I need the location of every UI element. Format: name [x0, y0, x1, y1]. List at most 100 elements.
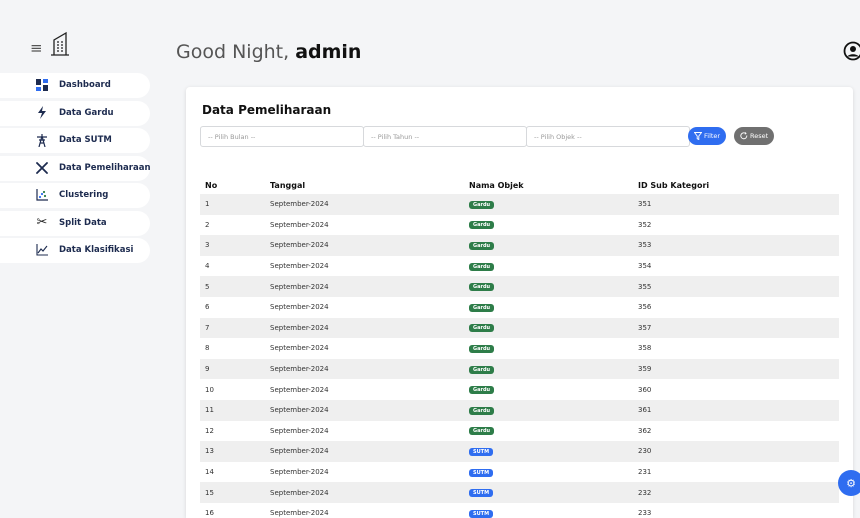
cell-id-sub-kategori: 355 [638, 282, 652, 291]
sidebar-item-split-data[interactable]: ✂ Split Data [0, 210, 150, 236]
table-row: 11 September-2024 Gardu 361 [200, 399, 839, 421]
cell-nama-objek: SUTM [469, 509, 638, 518]
tools-icon [35, 161, 49, 175]
cell-nama-objek: Gardu [469, 323, 638, 333]
objek-badge: Gardu [469, 365, 495, 374]
cell-tanggal: September-2024 [270, 220, 329, 229]
cell-tanggal: September-2024 [270, 365, 329, 374]
table-row: 10 September-2024 Gardu 360 [200, 379, 839, 400]
column-header-id-sub-kategori[interactable]: ID Sub Kategori [638, 177, 839, 194]
gear-icon: ⚙ [846, 476, 856, 490]
cell-tanggal: September-2024 [270, 406, 329, 415]
cell-no: 4 [205, 262, 210, 271]
table-row: 14 September-2024 SUTM 231 [200, 462, 839, 483]
dashboard-grid-icon [35, 78, 49, 92]
objek-badge: Gardu [469, 386, 495, 395]
cell-nama-objek: Gardu [469, 262, 638, 271]
cell-id-sub-kategori: 232 [638, 488, 652, 497]
lightning-icon [35, 106, 49, 120]
table-row: 8 September-2024 Gardu 358 [200, 338, 839, 359]
cell-no: 3 [205, 241, 210, 250]
sidebar-item-data-klasifikasi[interactable]: Data Klasifikasi [0, 238, 150, 263]
cell-id-sub-kategori: 353 [638, 241, 652, 250]
scatter-icon [35, 188, 49, 202]
scissors-icon: ✂ [36, 215, 48, 230]
filter-funnel-icon [694, 132, 702, 140]
cell-no: 12 [205, 426, 214, 435]
objek-badge: Gardu [469, 200, 495, 209]
objek-badge: SUTM [469, 509, 494, 518]
table-row: 9 September-2024 Gardu 359 [200, 358, 839, 380]
cell-nama-objek: Gardu [469, 385, 638, 395]
cell-nama-objek: Gardu [469, 303, 638, 312]
cell-no: 13 [205, 447, 214, 456]
objek-badge: Gardu [469, 283, 495, 292]
sidebar-item-data-gardu[interactable]: Data Gardu [0, 100, 150, 126]
cell-no: 2 [205, 220, 210, 229]
cell-no: 11 [205, 406, 214, 415]
sidebar: Dashboard Data Gardu Data SUTM Data Peme… [0, 73, 151, 266]
objek-select[interactable]: -- Pilih Objek -- [526, 126, 690, 147]
cell-nama-objek: Gardu [469, 241, 638, 250]
column-header-nama-objek[interactable]: Nama Objek [469, 177, 638, 194]
objek-badge: Gardu [469, 241, 495, 250]
objek-badge: SUTM [469, 447, 494, 456]
cell-no: 16 [205, 509, 214, 518]
cell-id-sub-kategori: 360 [638, 385, 652, 394]
cell-no: 15 [205, 488, 214, 497]
column-header-tanggal[interactable]: Tanggal [270, 177, 469, 194]
reset-button-label: Reset [750, 132, 769, 140]
objek-badge: Gardu [469, 221, 495, 230]
filter-button[interactable]: Filter [688, 127, 727, 145]
settings-fab[interactable]: ⚙ [838, 470, 860, 496]
sidebar-item-dashboard[interactable]: Dashboard [0, 73, 150, 98]
cell-no: 6 [205, 303, 210, 312]
cell-tanggal: September-2024 [270, 488, 329, 497]
table-row: 4 September-2024 Gardu 354 [200, 256, 839, 277]
sidebar-item-label: Data Gardu [59, 107, 114, 118]
column-header-no[interactable]: No [200, 177, 270, 194]
cell-no: 1 [205, 200, 210, 209]
sidebar-item-label: Data SUTM [59, 135, 112, 145]
objek-badge: Gardu [469, 406, 495, 415]
cell-no: 9 [205, 365, 210, 374]
sidebar-item-label: Dashboard [59, 80, 111, 90]
objek-badge: Gardu [469, 262, 495, 271]
building-logo-icon [51, 31, 69, 56]
sidebar-item-data-sutm[interactable]: Data SUTM [0, 128, 150, 153]
cell-nama-objek: Gardu [469, 344, 638, 353]
cell-nama-objek: Gardu [469, 426, 638, 436]
reset-arrow-icon [740, 132, 748, 140]
cell-tanggal: September-2024 [270, 447, 329, 456]
bulan-select[interactable]: -- Pilih Bulan -- [200, 126, 364, 147]
sidebar-item-clustering[interactable]: Clustering [0, 183, 150, 208]
reset-button[interactable]: Reset [734, 127, 775, 145]
cell-tanggal: September-2024 [270, 323, 329, 332]
cell-tanggal: September-2024 [270, 344, 329, 353]
cell-id-sub-kategori: 361 [638, 406, 652, 415]
table-header: No Tanggal Nama Objek ID Sub Kategori [200, 177, 839, 194]
cell-id-sub-kategori: 356 [638, 303, 652, 312]
cell-tanggal: September-2024 [270, 385, 329, 394]
hamburger-menu-icon[interactable]: ≡ [30, 41, 43, 56]
cell-tanggal: September-2024 [270, 509, 329, 518]
sidebar-item-label: Clustering [59, 190, 109, 200]
pemeliharaan-table: No Tanggal Nama Objek ID Sub Kategori 1 S… [200, 177, 839, 518]
table-row: 5 September-2024 Gardu 355 [200, 276, 839, 297]
sidebar-item-data-pemeliharaan[interactable]: Data Pemeliharaan [0, 155, 151, 181]
cell-nama-objek: SUTM [469, 468, 638, 477]
cell-id-sub-kategori: 352 [638, 220, 652, 229]
cell-no: 5 [205, 282, 210, 291]
objek-badge: Gardu [469, 344, 495, 353]
sidebar-item-label: Data Pemeliharaan [59, 162, 151, 173]
user-account-icon[interactable] [843, 41, 860, 61]
greeting-username: admin [295, 41, 362, 63]
objek-badge: Gardu [469, 427, 495, 436]
table-row: 15 September-2024 SUTM 232 [200, 482, 839, 503]
cell-nama-objek: Gardu [469, 282, 638, 292]
objek-badge: Gardu [469, 303, 495, 312]
line-chart-icon [35, 243, 49, 257]
tahun-select[interactable]: -- Pilih Tahun -- [363, 126, 527, 147]
tower-icon [35, 133, 49, 147]
cell-id-sub-kategori: 230 [638, 447, 652, 456]
